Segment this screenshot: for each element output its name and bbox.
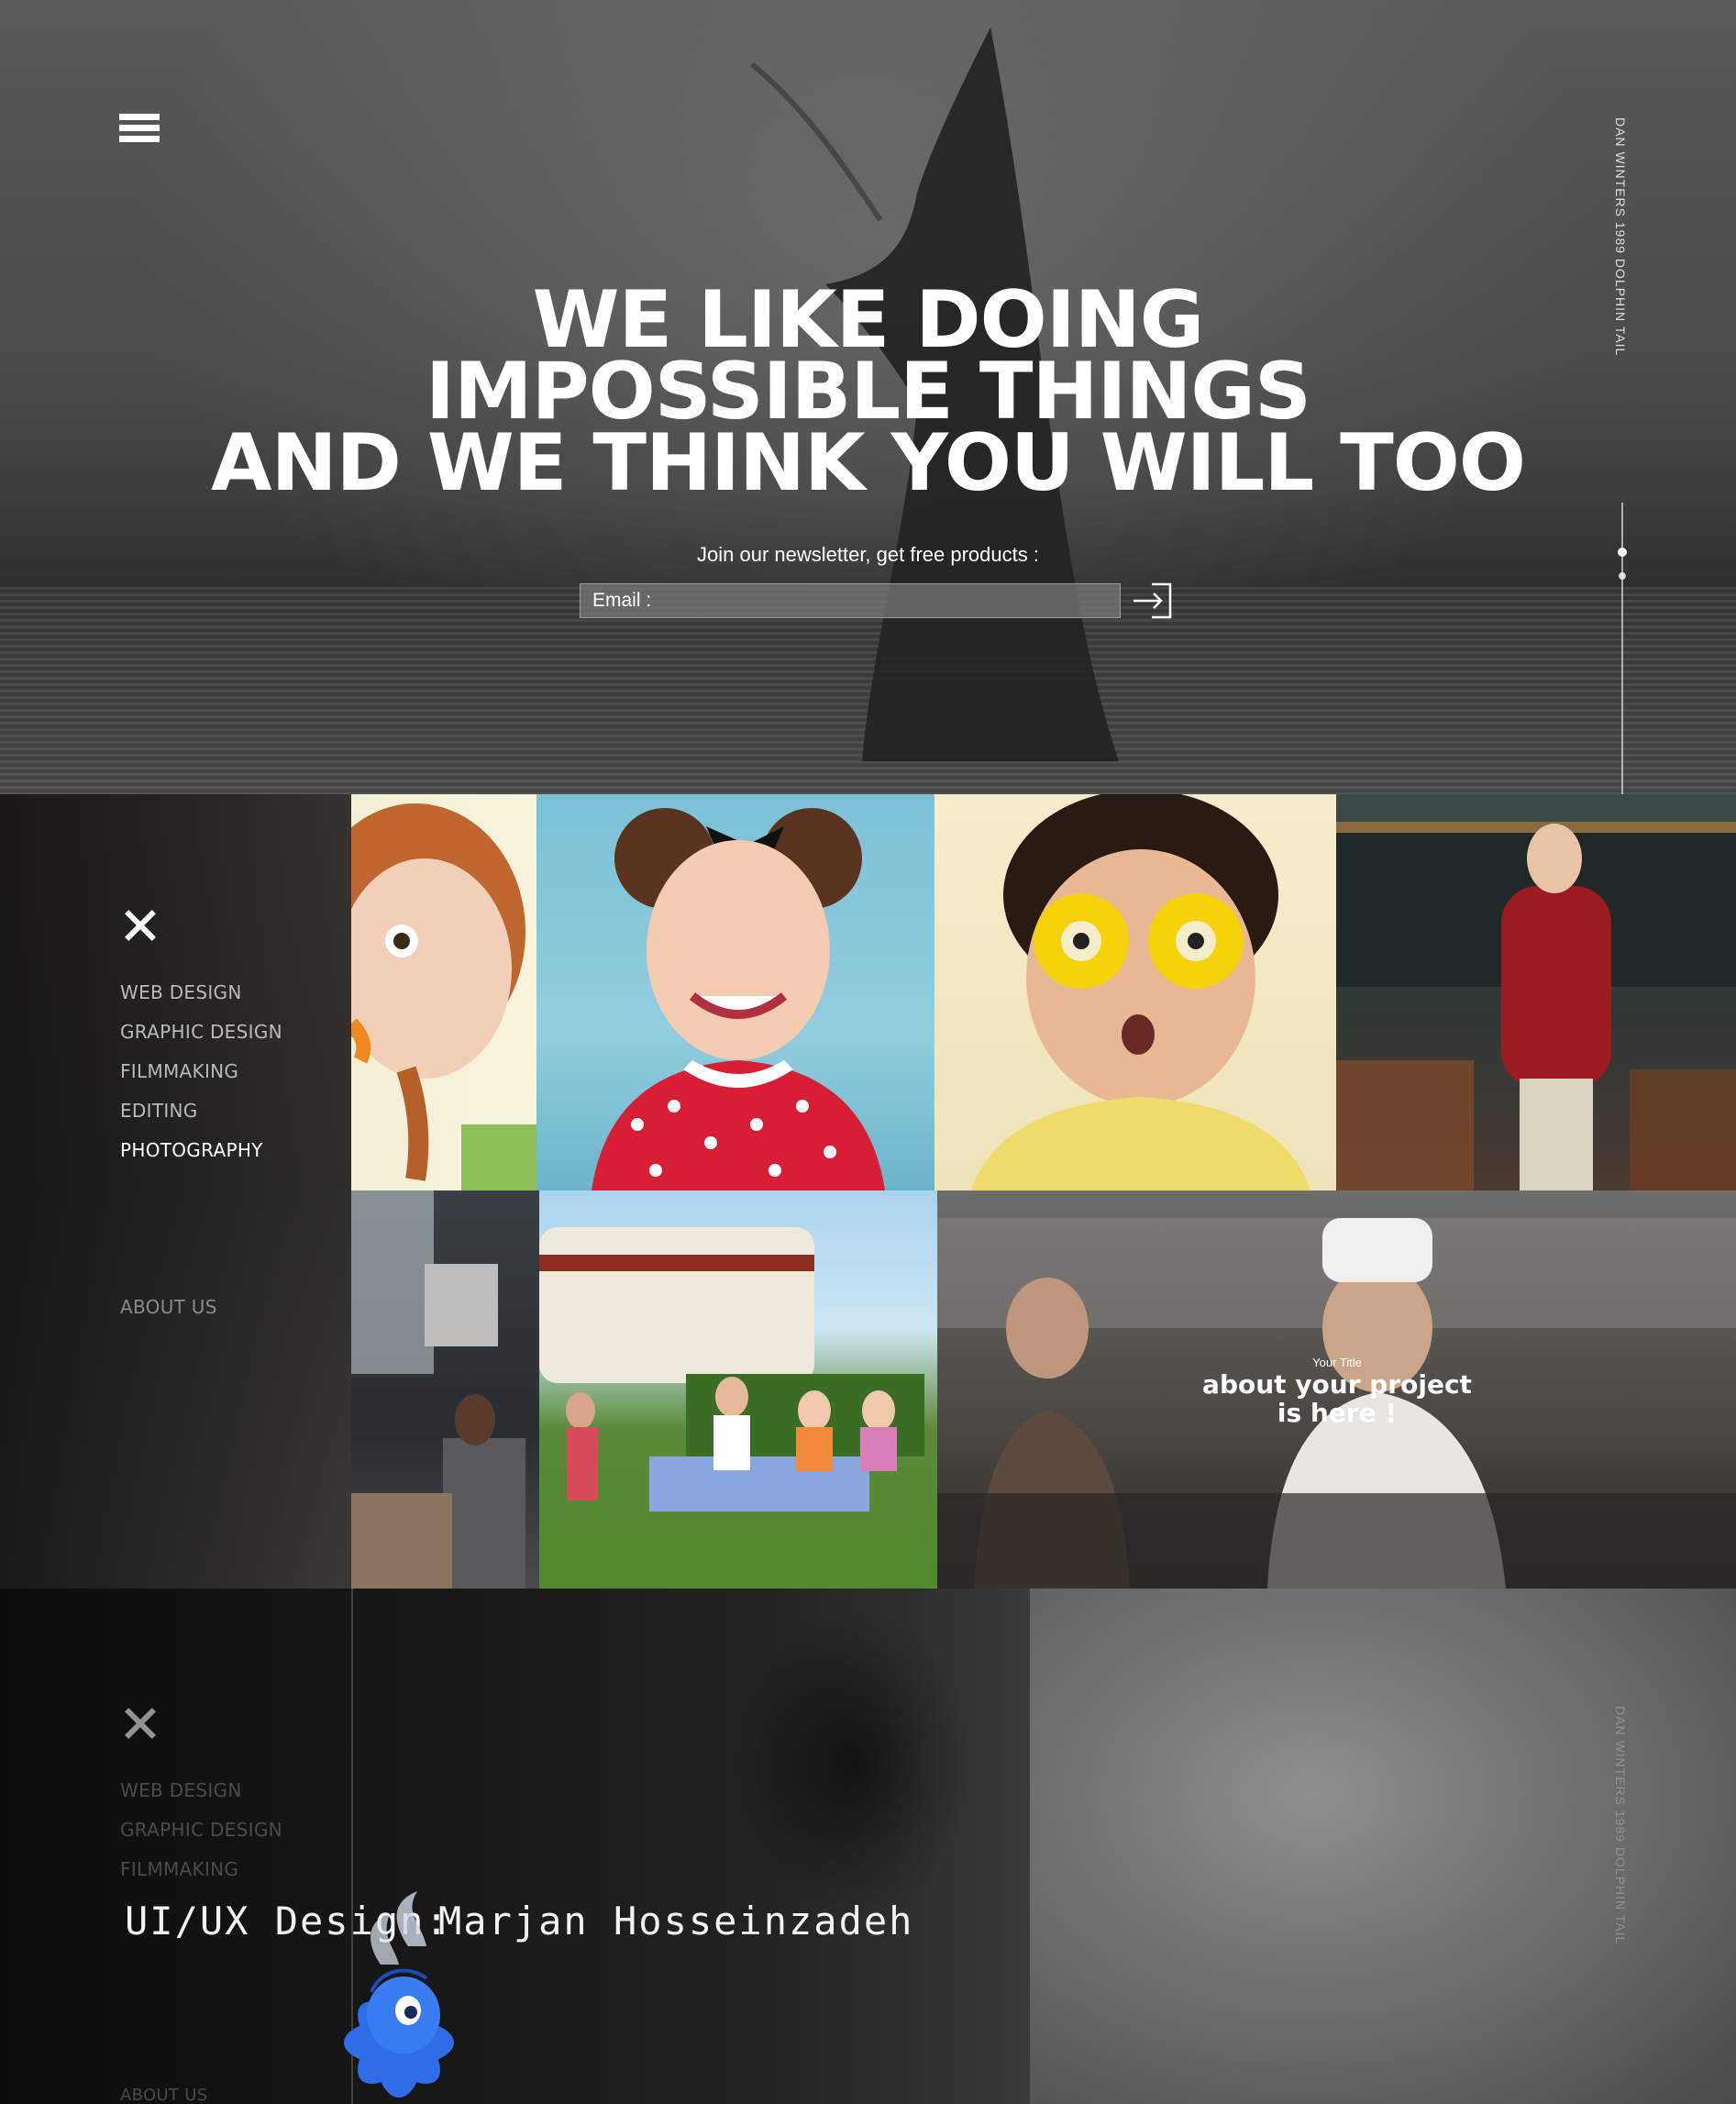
project-title-line-2: is here ! — [1277, 1398, 1398, 1428]
hamburger-menu-icon[interactable] — [119, 114, 160, 149]
menu-item-photography[interactable]: PHOTOGRAPHY — [120, 1139, 263, 1161]
picnic-figure — [539, 1227, 924, 1512]
headline-line-3: AND WE THINK YOU WILL TOO — [211, 417, 1526, 509]
portfolio-tile-classroom[interactable] — [1336, 794, 1736, 1190]
login-arrow-icon[interactable] — [1132, 581, 1174, 620]
menu-item-about-us[interactable]: ABOUT US — [120, 1296, 217, 1318]
classroom-figure — [1336, 822, 1736, 1190]
side-menu-panel: WEB DESIGN GRAPHIC DESIGN FILMMAKING EDI… — [0, 794, 351, 1589]
portfolio-tile-warehouse[interactable] — [351, 1190, 539, 1589]
photo-credit: DAN WINTERS 1989 DOLPHIN TAIL — [1613, 117, 1628, 357]
portfolio-tile-picnic[interactable] — [539, 1190, 937, 1589]
slide-indicator-line — [1621, 503, 1623, 794]
project-small-title: Your Title — [1312, 1356, 1362, 1369]
faded-menu-filmmaking[interactable]: FILMMAKING — [120, 1858, 238, 1880]
close-menu-icon[interactable] — [123, 908, 158, 943]
faded-menu-about-us[interactable]: ABOUT US — [120, 2086, 207, 2104]
boy-pineapple-figure — [971, 794, 1310, 1190]
slide-dot[interactable] — [1619, 572, 1626, 580]
hero-headline: WE LIKE DOING IMPOSSIBLE THINGS AND WE T… — [183, 281, 1553, 509]
newsletter-text: Join our newsletter, get free products : — [697, 543, 1039, 566]
faded-menu-graphic-design[interactable]: GRAPHIC DESIGN — [120, 1819, 282, 1841]
designer-name: Marjan Hosseinzadeh — [438, 1899, 914, 1943]
faded-menu-web-design[interactable]: WEB DESIGN — [120, 1779, 242, 1801]
slide-dot-active[interactable] — [1618, 548, 1627, 557]
project-title[interactable]: about your project is here ! — [1163, 1370, 1511, 1427]
girl-braids-figure — [351, 803, 536, 1190]
faded-photo-credit: DAN WINTERS 1989 DOLPHIN TAIL — [1613, 1706, 1628, 1945]
menu-item-graphic-design[interactable]: GRAPHIC DESIGN — [120, 1021, 282, 1043]
girl-polka-dot-figure — [592, 808, 885, 1190]
menu-item-web-design[interactable]: WEB DESIGN — [120, 981, 242, 1003]
menu-item-editing[interactable]: EDITING — [120, 1100, 198, 1122]
portfolio-tile-girl-polka[interactable] — [536, 794, 934, 1190]
portfolio-tile-boy-pineapple[interactable] — [934, 794, 1336, 1190]
blue-flower-mascot-icon — [344, 1891, 454, 2098]
email-input[interactable] — [580, 583, 1121, 618]
menu-item-filmmaking[interactable]: FILMMAKING — [120, 1060, 238, 1082]
lower-gray-panel — [1030, 1589, 1736, 2104]
lower-section: WEB DESIGN GRAPHIC DESIGN FILMMAKING ABO… — [0, 1589, 1736, 2104]
faded-whale-tail — [734, 1607, 972, 1919]
hero-section: DAN WINTERS 1989 DOLPHIN TAIL WE LIKE DO… — [0, 0, 1736, 794]
close-menu-icon-faded[interactable] — [123, 1706, 158, 1741]
warehouse-figure — [351, 1190, 525, 1589]
project-title-line-1: about your project — [1202, 1369, 1472, 1400]
portfolio-tile-girl-braids[interactable] — [351, 794, 536, 1190]
